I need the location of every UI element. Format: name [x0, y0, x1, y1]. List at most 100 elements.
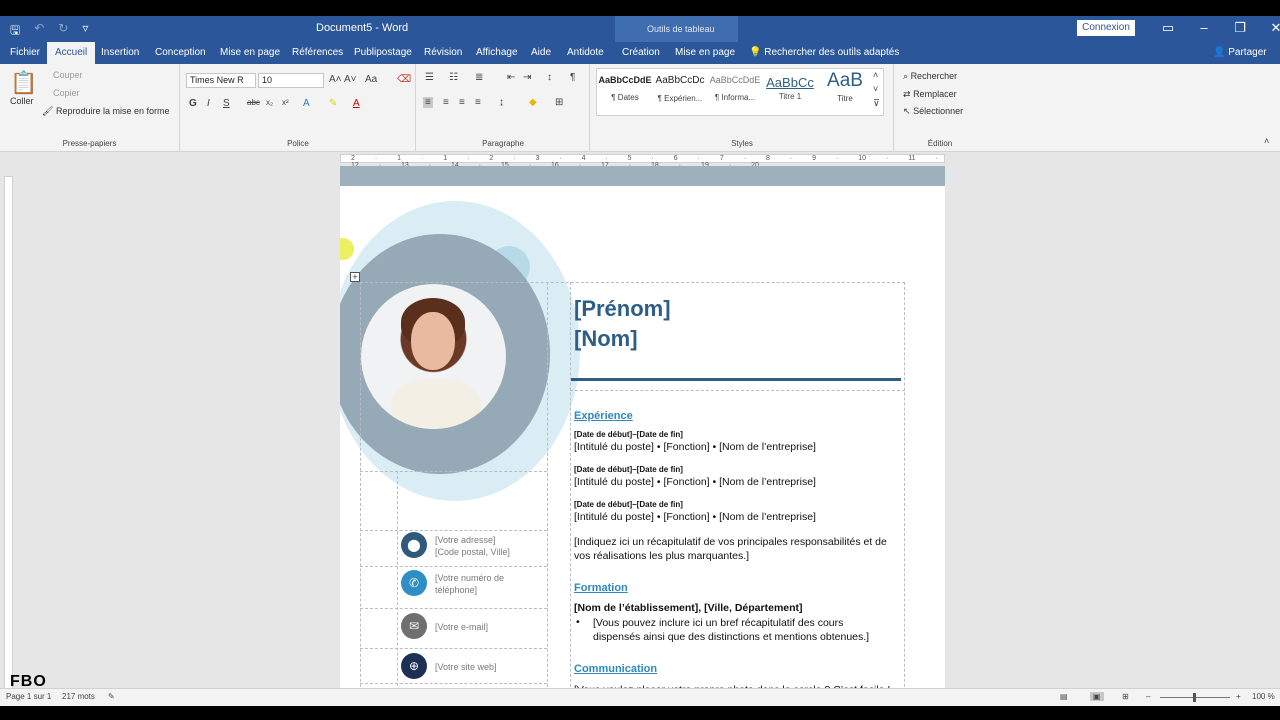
job-dates[interactable]: [Date de début]–[Date de fin]	[574, 430, 683, 439]
select-button[interactable]: ↖ Sélectionner	[903, 106, 963, 117]
communication-heading[interactable]: Communication	[574, 663, 657, 675]
style-titre[interactable]: AaB Titre	[817, 70, 873, 114]
sort-icon[interactable]: ↕	[547, 72, 552, 83]
styles-scroll-up-icon[interactable]: ˄	[873, 70, 878, 80]
align-right-icon[interactable]: ≡	[459, 97, 465, 108]
font-color-icon[interactable]: A	[353, 98, 360, 109]
job-line[interactable]: [Intitulé du poste] • [Fonction] • [Nom …	[574, 511, 816, 523]
experience-heading[interactable]: Expérience	[574, 410, 633, 422]
style-experience[interactable]: AaBbCcDc ¶ Expérien...	[652, 70, 708, 114]
numbering-icon[interactable]: ☷	[449, 72, 458, 83]
tab-affichage[interactable]: Affichage	[476, 47, 518, 58]
multilevel-list-icon[interactable]: ≣	[475, 72, 483, 83]
bold-icon[interactable]: G	[189, 98, 197, 109]
tab-revision[interactable]: Révision	[424, 47, 462, 58]
tab-antidote[interactable]: Antidote	[567, 47, 604, 58]
paste-icon[interactable]: 📋	[10, 70, 37, 96]
undo-icon[interactable]: ↶	[34, 21, 44, 42]
job-line[interactable]: [Intitulé du poste] • [Fonction] • [Nom …	[574, 476, 816, 488]
collapse-ribbon-icon[interactable]: ˄	[1264, 136, 1269, 146]
tab-accueil[interactable]: Accueil	[47, 42, 96, 64]
strikethrough-icon[interactable]: abc	[247, 98, 260, 107]
website-text[interactable]: [Votre site web]	[435, 661, 497, 673]
style-dates[interactable]: AaBbCcDdE ¶ Dates	[597, 70, 653, 114]
experience-summary[interactable]: [Indiquez ici un récapitulatif de vos pr…	[574, 535, 894, 563]
redo-icon[interactable]: ↻	[58, 21, 68, 42]
grow-font-icon[interactable]: A˄	[329, 74, 342, 85]
zoom-out-icon[interactable]: –	[1146, 692, 1150, 701]
styles-more-icon[interactable]: ⊽	[873, 98, 880, 109]
ribbon-display-icon[interactable]: ▭	[1150, 20, 1186, 36]
tab-fichier[interactable]: Fichier	[10, 47, 40, 58]
minimize-icon[interactable]: –	[1186, 20, 1222, 36]
text-effects-icon[interactable]: A	[303, 98, 310, 109]
save-icon[interactable]: 🖫	[10, 21, 20, 42]
tab-mise-en-page[interactable]: Mise en page	[220, 47, 280, 58]
share-button[interactable]: 👤 Partager	[1213, 47, 1267, 58]
clear-formatting-icon[interactable]: ⌫	[397, 74, 411, 85]
subscript-icon[interactable]: x₂	[266, 98, 273, 107]
phone-text[interactable]: [Votre numéro de téléphone]	[435, 572, 504, 596]
shrink-font-icon[interactable]: A˅	[344, 74, 357, 85]
shading-icon[interactable]: ◆	[529, 97, 537, 108]
horizontal-ruler[interactable]: 2 · 1 · 1 · 2 · 3 · 4 · 5 · 6 · 7 · 8 · …	[340, 154, 945, 169]
style-titre1[interactable]: AaBbCc Titre 1	[762, 70, 818, 114]
align-left-icon[interactable]: ≡	[423, 97, 433, 108]
job-dates[interactable]: [Date de début]–[Date de fin]	[574, 500, 683, 509]
superscript-icon[interactable]: x²	[282, 98, 289, 107]
first-name[interactable]: [Prénom]	[574, 296, 671, 322]
styles-scroll-down-icon[interactable]: ˅	[873, 84, 878, 94]
justify-icon[interactable]: ≡	[475, 97, 481, 108]
show-marks-icon[interactable]: ¶	[570, 72, 575, 83]
sign-in-button[interactable]: Connexion	[1077, 20, 1135, 36]
page-count[interactable]: Page 1 sur 1	[6, 692, 51, 701]
table-move-handle[interactable]: +	[350, 272, 360, 282]
zoom-level[interactable]: 100 %	[1252, 692, 1275, 701]
borders-icon[interactable]: ⊞	[555, 97, 563, 108]
line-spacing-icon[interactable]: ↨	[499, 97, 504, 108]
align-center-icon[interactable]: ≡	[443, 97, 449, 108]
proofing-icon[interactable]: ✎	[108, 692, 115, 701]
copy-button[interactable]: Copier	[53, 88, 80, 98]
bullets-icon[interactable]: ☰	[425, 72, 434, 83]
tab-publipostage[interactable]: Publipostage	[354, 47, 412, 58]
word-count[interactable]: 217 mots	[62, 692, 95, 701]
education-heading[interactable]: Formation	[574, 582, 628, 594]
replace-button[interactable]: ⇄ Remplacer	[903, 89, 957, 100]
tab-references[interactable]: Références	[292, 47, 343, 58]
vertical-ruler[interactable]	[4, 176, 13, 706]
find-button[interactable]: ⌕ Rechercher	[903, 71, 957, 82]
italic-icon[interactable]: I	[207, 98, 210, 109]
cut-button[interactable]: Couper	[53, 70, 83, 80]
school-line[interactable]: [Nom de l’établissement], [Ville, Départ…	[574, 602, 803, 614]
tab-aide[interactable]: Aide	[531, 47, 551, 58]
highlight-icon[interactable]: ✎	[329, 98, 337, 109]
document-page[interactable]: + ⬤ [Votre adresse] [Code postal, Ville] …	[340, 166, 945, 706]
school-bullet[interactable]: [Vous pouvez inclure ici un bref récapit…	[593, 616, 893, 644]
zoom-in-icon[interactable]: +	[1236, 692, 1241, 701]
increase-indent-icon[interactable]: ⇥	[523, 72, 531, 83]
restore-icon[interactable]: ❐	[1222, 20, 1258, 36]
font-size-select[interactable]: 10	[258, 73, 324, 88]
address-text[interactable]: [Votre adresse] [Code postal, Ville]	[435, 534, 510, 558]
email-text[interactable]: [Votre e-mail]	[435, 621, 488, 633]
change-case-icon[interactable]: Aa	[365, 74, 377, 85]
zoom-slider-knob[interactable]	[1193, 693, 1196, 702]
customize-qat-icon[interactable]: ▿	[82, 21, 88, 42]
web-layout-icon[interactable]: ⊞	[1122, 692, 1129, 701]
tab-insertion[interactable]: Insertion	[101, 47, 139, 58]
print-layout-icon[interactable]: ▣	[1090, 692, 1104, 701]
tab-conception[interactable]: Conception	[155, 47, 206, 58]
font-family-select[interactable]: Times New R	[186, 73, 256, 88]
job-dates[interactable]: [Date de début]–[Date de fin]	[574, 465, 683, 474]
style-information[interactable]: AaBbCcDdE ¶ Informa...	[707, 70, 763, 114]
tab-creation[interactable]: Création	[622, 47, 660, 58]
tab-table-layout[interactable]: Mise en page	[675, 47, 735, 58]
close-icon[interactable]: ✕	[1258, 20, 1280, 36]
last-name[interactable]: [Nom]	[574, 326, 638, 352]
decrease-indent-icon[interactable]: ⇤	[507, 72, 515, 83]
read-mode-icon[interactable]: ▤	[1060, 692, 1068, 701]
paste-button[interactable]: Coller	[10, 96, 34, 106]
underline-icon[interactable]: S	[223, 98, 230, 109]
tell-me-search[interactable]: 💡 Rechercher des outils adaptés	[749, 47, 899, 58]
